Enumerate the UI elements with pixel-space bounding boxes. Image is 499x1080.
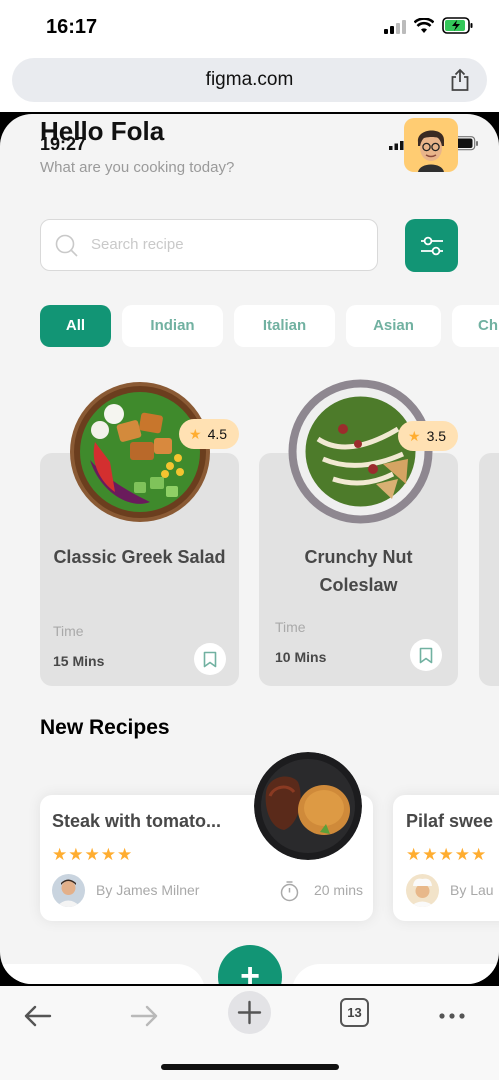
- rating-badge: ★ 3.5: [398, 421, 458, 451]
- author-avatar: [406, 874, 439, 907]
- cellular-signal-icon: [384, 20, 406, 34]
- ios-status-bar: 16:17: [0, 0, 499, 56]
- plus-icon: [237, 1000, 262, 1025]
- salad-bowl-illustration: [74, 386, 206, 518]
- greek-salad-image: [70, 382, 210, 522]
- search-input[interactable]: Search recipe: [40, 219, 378, 271]
- back-arrow-icon[interactable]: [18, 996, 58, 1036]
- tabs-button[interactable]: 13: [340, 998, 369, 1027]
- bookmark-button[interactable]: [410, 639, 442, 671]
- star-icon: ★: [189, 426, 202, 442]
- url-text: figma.com: [205, 69, 294, 90]
- add-recipe-button[interactable]: +: [218, 945, 282, 984]
- featured-recipe-card-peek[interactable]: [479, 453, 499, 686]
- star-icon: ★: [408, 428, 421, 444]
- coleslaw-plate-illustration: [288, 379, 433, 524]
- recipe-title: Steak with tomato...: [52, 811, 222, 831]
- coleslaw-image: [288, 379, 433, 524]
- search-placeholder: Search recipe: [91, 236, 184, 253]
- address-bar[interactable]: figma.com: [12, 58, 487, 102]
- share-icon[interactable]: [449, 68, 471, 92]
- recipe-time: 10 Mins: [275, 649, 327, 665]
- more-options-icon[interactable]: [432, 996, 472, 1036]
- recipe-title: Classic Greek Salad: [53, 547, 226, 567]
- timer-icon: [280, 881, 299, 902]
- memoji-avatar-icon: [417, 130, 444, 172]
- bookmark-icon: [203, 651, 217, 668]
- category-chip-chinese[interactable]: Ch: [452, 305, 499, 347]
- search-icon: [55, 234, 78, 257]
- bookmark-button[interactable]: [194, 643, 226, 675]
- chef-photo-icon: [406, 874, 439, 907]
- inner-status-time: 19:27: [40, 134, 87, 154]
- home-indicator: [161, 1064, 339, 1070]
- recipe-duration: 20 mins: [313, 882, 363, 898]
- bookmark-icon: [419, 647, 433, 664]
- time-label: Time: [275, 619, 306, 635]
- profile-avatar[interactable]: [404, 118, 458, 172]
- recipe-time: 15 Mins: [53, 653, 105, 669]
- subtitle: What are you cooking today?: [40, 159, 235, 176]
- author-avatar: [52, 874, 85, 907]
- category-chip-indian[interactable]: Indian: [122, 305, 223, 347]
- app-screen: Hello Fola 19:27 What are you cooking to…: [0, 114, 499, 984]
- forward-arrow-icon[interactable]: [124, 996, 164, 1036]
- new-recipes-heading: New Recipes: [40, 716, 170, 739]
- recipe-title: Pilaf swee: [406, 811, 494, 831]
- author-photo-icon: [52, 874, 85, 907]
- rating-value: 3.5: [426, 428, 447, 444]
- recipe-author: By James Milner: [96, 882, 200, 898]
- clock: 16:17: [46, 16, 98, 38]
- star-rating: ★★★★★: [52, 845, 134, 864]
- recipe-author: By Lau: [450, 882, 494, 898]
- battery-charging-icon: [442, 17, 473, 34]
- bottom-nav-right: [292, 964, 499, 984]
- wifi-icon: [414, 18, 434, 33]
- category-chip-asian[interactable]: Asian: [346, 305, 441, 347]
- steak-image: [254, 752, 362, 860]
- category-chip-italian[interactable]: Italian: [234, 305, 335, 347]
- rating-badge: ★ 4.5: [179, 419, 239, 449]
- filter-button[interactable]: [405, 219, 458, 272]
- category-chip-all[interactable]: All: [40, 305, 111, 347]
- star-rating: ★★★★★: [406, 845, 488, 864]
- time-label: Time: [53, 623, 84, 639]
- steak-plate-illustration: [254, 752, 362, 860]
- rating-value: 4.5: [207, 426, 228, 442]
- new-recipe-card[interactable]: Pilaf swee ★★★★★ By Lau: [393, 795, 499, 921]
- filter-sliders-icon: [421, 236, 443, 256]
- new-tab-button[interactable]: [228, 991, 271, 1034]
- bottom-nav-left: [0, 964, 205, 984]
- recipe-title: Crunchy Nut Coleslaw: [304, 547, 413, 595]
